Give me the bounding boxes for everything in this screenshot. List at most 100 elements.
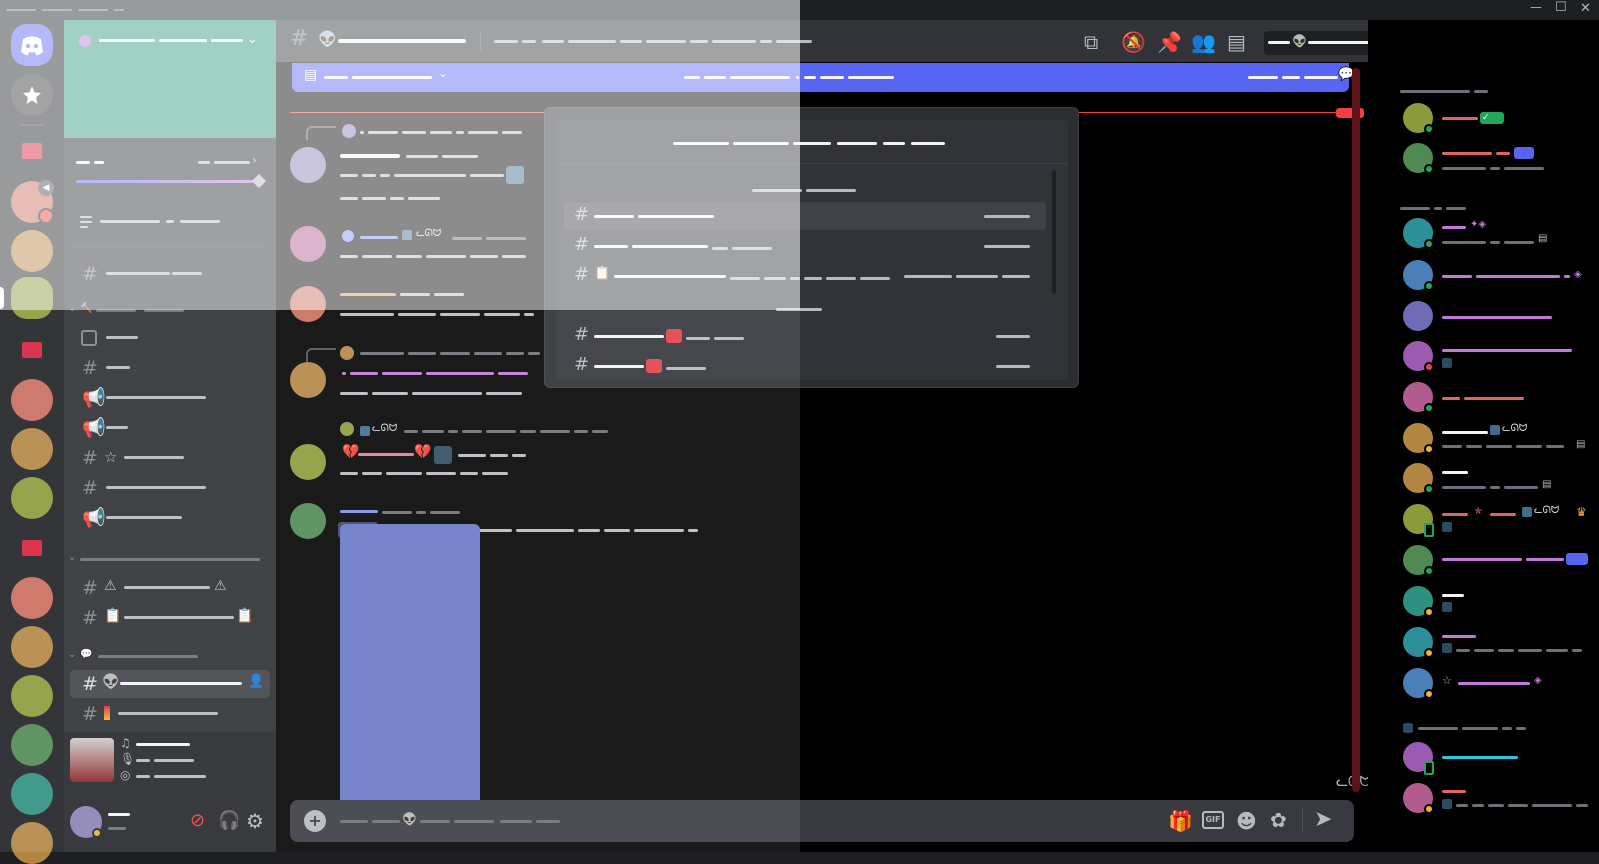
close-window-button[interactable]: ✕ [1580,1,1591,16]
message-avatar[interactable] [290,444,326,480]
alien-icon: 👽 [102,674,120,690]
hash-icon: # [290,26,309,51]
add-member-icon[interactable]: 👤 [248,674,264,689]
message-avatar[interactable] [290,362,326,398]
message-avatar[interactable] [290,147,326,183]
server-avatar[interactable] [11,428,53,470]
gear-icon[interactable]: ⚙ [246,809,264,833]
member-avatar[interactable] [1403,301,1433,331]
channel-row[interactable]: 📢 [70,384,270,412]
switcher-search-input[interactable] [556,120,1068,164]
send-icon[interactable]: ➤ [1314,807,1332,832]
server-avatar[interactable] [11,675,53,717]
apps-icon[interactable]: ✿ [1270,808,1287,832]
alien-icon: 👽 [1292,34,1307,48]
server-icon [79,35,91,47]
switcher-result-selected[interactable]: # [564,202,1046,230]
notice-banner[interactable]: ▤ ⌄ 💬 [292,63,1354,92]
browse-channels-icon[interactable] [80,216,96,230]
server-avatar[interactable] [11,724,53,766]
hash-icon: # [574,234,590,255]
server-avatar[interactable] [11,577,53,619]
server-banner[interactable]: ⌄ [64,20,276,138]
sticker-icon[interactable]: ☻ [1236,809,1257,833]
channel-row-selected[interactable]: # 👽 👤 [70,670,270,698]
channel-row[interactable]: # [70,700,270,728]
server-folder-icon[interactable] [22,342,42,358]
channel-row[interactable] [70,324,270,352]
channel-sidebar: ⌄ › # ⌄ 🔨 # 📢 📢 # ☆ # 📢 ⌄ # ⚠ ⚠ # 📋 📋 ⌄ … [64,20,276,852]
tools-icon: 🔨 [80,303,93,314]
maximize-button[interactable]: ☐ [1555,0,1567,15]
channel-row[interactable]: 📢 [70,414,270,442]
add-attachment-button[interactable]: + [304,810,326,832]
gif-button[interactable]: GIF [1202,811,1224,829]
bot-badge: ✓ [1480,112,1504,124]
role-badge [1566,553,1588,565]
star-icon[interactable] [11,74,53,116]
message-avatar[interactable] [290,226,326,262]
server-rail: ◀ [0,20,64,864]
chat-scrollbar-thumb[interactable] [1352,68,1360,792]
minimize-button[interactable]: — [1530,0,1542,14]
server-folder-icon[interactable] [22,143,42,159]
switcher-result[interactable]: # [564,352,1046,380]
mute-icon[interactable]: 🔕 [1121,30,1146,54]
server-avatar[interactable] [11,626,53,668]
hash-icon: # [82,673,98,695]
server-avatar[interactable] [11,277,53,319]
cat-emote: ᓚᘏᗢ [1534,505,1560,516]
hash-icon: # [82,607,98,629]
hash-icon: # [82,703,98,725]
crown-icon: ♛ [1576,505,1587,519]
channel-row[interactable]: # [70,260,270,288]
channel-row[interactable]: # [70,354,270,382]
mention-badge [666,329,682,343]
members-icon[interactable]: 👥 [1191,30,1216,54]
chevron-down-icon[interactable]: ⌄ [247,32,258,47]
channel-row[interactable]: # [70,474,270,502]
mute-mic-icon[interactable]: ⊘ [190,810,205,831]
server-avatar[interactable] [11,477,53,519]
image-attachment[interactable] [340,524,480,810]
selected-pill [0,287,4,309]
hash-icon: # [82,477,98,499]
megaphone-icon: 📢 [82,417,106,439]
clipboard-icon: 📋 [594,266,611,281]
channel-row[interactable]: # ⚠ ⚠ [70,574,270,602]
channel-row[interactable]: # ☆ [70,444,270,472]
server-folder-icon[interactable] [22,540,42,556]
activity-panel: ♫ 🎙 ◎ [64,732,276,798]
gift-icon[interactable]: 🎁 [1168,809,1193,833]
quick-switcher[interactable]: # # # 📋 # # [544,107,1079,388]
boost-progress-bar [76,180,262,183]
status-idle-dot [92,828,102,838]
hash-icon: # [574,204,590,225]
checklist-icon [81,330,97,346]
warning-icon: ⚠ [104,578,117,594]
switcher-scrollbar[interactable] [1052,170,1056,294]
music-icon: ♫ [120,736,131,750]
switcher-result[interactable]: # [564,232,1046,260]
server-avatar[interactable] [11,379,53,421]
rail-separator [20,124,44,126]
channel-row[interactable]: # 📋 📋 [70,604,270,632]
reply-line [306,126,336,140]
disc-icon: ◎ [120,768,131,782]
discord-logo-icon[interactable] [11,24,53,66]
server-avatar[interactable] [11,822,53,864]
hash-icon: # [82,447,98,469]
forum-icon[interactable]: ▤ [1227,30,1246,54]
message-avatar[interactable] [290,286,326,322]
channel-row[interactable]: 📢 [70,504,270,532]
switcher-result[interactable]: # [564,322,1046,350]
server-avatar[interactable] [11,230,53,272]
hash-icon: # [82,577,98,599]
switcher-result[interactable]: # 📋 [564,262,1046,290]
message-composer[interactable]: + 👽 🎁 GIF ☻ ✿ ➤ [290,800,1354,842]
threads-icon[interactable]: ⧉ [1084,30,1098,54]
server-avatar[interactable] [11,773,53,815]
activity-art [70,738,114,782]
message-avatar[interactable] [290,503,326,539]
headphones-icon[interactable]: 🎧 [218,810,240,831]
